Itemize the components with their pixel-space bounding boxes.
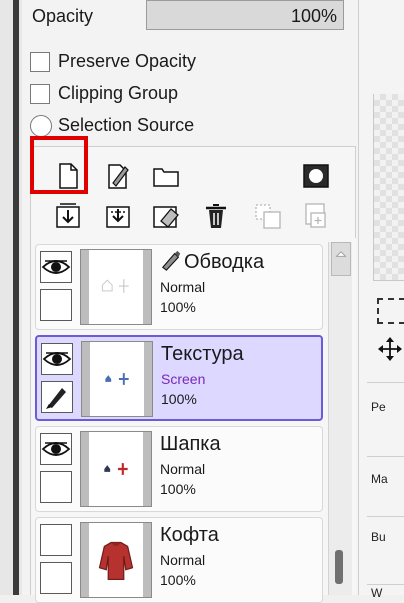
tool-panel: Pe Ma Bu W [358,0,404,600]
move-tool-icon[interactable] [377,336,403,362]
scroll-thumb[interactable] [335,550,343,584]
new-linework-layer-icon[interactable] [103,161,133,191]
selection-tool-icon[interactable] [377,298,404,324]
selection-source-radio[interactable] [30,115,52,137]
transfer-down-icon[interactable] [53,201,83,231]
layer-visibility-toggle[interactable] [41,343,73,375]
layer-blend-mode: Normal [160,552,206,568]
new-layer-highlight [30,136,88,194]
clipping-group-box[interactable] [30,84,50,104]
preserve-opacity-box[interactable] [30,52,50,72]
sweater-icon [98,541,134,581]
layer-item[interactable]: Шапка Normal 100% [35,426,323,512]
tool-option-label-3: Bu [371,530,386,544]
layer-opacity: 100% [160,481,196,497]
layer-list: Обводка Normal 100% Текстура Screen 100% [30,238,356,603]
tool-option-label-2: Ma [371,472,388,486]
layer-item[interactable]: Кофта Normal 100% [35,517,323,603]
tool-option-divider [367,456,404,469]
layer-mask-icon[interactable] [301,161,331,191]
copy-layer-icon[interactable] [253,201,283,231]
layer-edit-toggle[interactable] [40,471,72,503]
opacity-label: Opacity [32,6,94,26]
layer-thumbnail [80,431,152,507]
layer-opacity: 100% [160,572,196,588]
opacity-slider[interactable]: 100% [146,0,344,30]
scroll-up-button[interactable] [331,242,351,276]
delete-layer-icon[interactable] [201,201,231,231]
canvas-preview [373,94,404,281]
tool-option-label-1: Pe [371,400,386,414]
eye-icon [41,260,71,274]
layer-item-selected[interactable]: Текстура Screen 100% [35,335,323,421]
clipping-group-label: Clipping Group [58,83,179,103]
layer-name: Обводка [184,251,265,273]
layer-edit-toggle[interactable] [40,562,72,594]
layer-list-scrollbar[interactable] [328,242,352,595]
layer-name: Кофта [160,524,219,546]
layer-name: Шапка [160,433,221,455]
layer-opacity: 100% [160,299,196,315]
layer-edit-toggle[interactable] [41,381,73,413]
brush-icon [46,388,66,409]
layer-item[interactable]: Обводка Normal 100% [35,244,323,330]
layer-thumbnail [80,249,152,325]
layer-blend-mode: Screen [161,371,206,387]
layer-name: Текстура [161,343,244,365]
eye-icon [41,442,71,456]
layer-blend-mode: Normal [160,461,206,477]
tool-option-divider [367,382,404,395]
layer-visibility-toggle[interactable] [40,251,72,283]
chevron-up-icon [335,251,347,257]
left-edge-bar [13,0,19,595]
merge-down-icon[interactable] [103,201,133,231]
layer-thumbnail [80,522,152,598]
tool-option-divider [367,516,404,529]
layer-visibility-toggle[interactable] [40,433,72,465]
layer-edit-toggle[interactable] [40,289,72,321]
preserve-opacity-label: Preserve Opacity [58,51,197,71]
linework-layer-icon [161,250,181,271]
layer-opacity: 100% [161,391,197,407]
selection-source-label: Selection Source [58,115,195,135]
tool-option-label-4: W [371,586,383,600]
layer-visibility-toggle[interactable] [40,524,72,556]
layer-thumbnail [81,341,153,417]
layer-panel: Opacity 100% Preserve Opacity Clipping G… [22,0,358,603]
eye-icon [42,352,72,366]
new-folder-icon[interactable] [151,161,181,191]
layer-blend-mode: Normal [160,279,206,295]
clear-layer-icon[interactable] [151,201,181,231]
left-edge-strip [0,0,23,595]
paste-layer-icon[interactable] [301,201,331,231]
